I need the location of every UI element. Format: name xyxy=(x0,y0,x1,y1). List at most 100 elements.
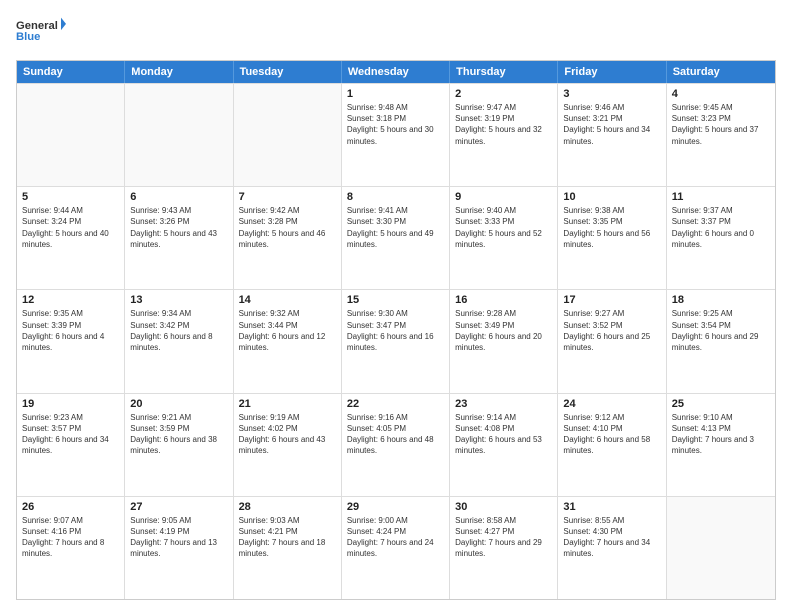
day-number: 17 xyxy=(563,294,660,306)
day-cell-2: 2 Sunrise: 9:47 AM Sunset: 3:19 PM Daylig… xyxy=(450,84,558,186)
day-info: Sunrise: 9:48 AM Sunset: 3:18 PM Dayligh… xyxy=(347,102,444,147)
day-number: 4 xyxy=(672,88,770,100)
day-info: Sunrise: 9:00 AM Sunset: 4:24 PM Dayligh… xyxy=(347,515,444,560)
calendar-header: SundayMondayTuesdayWednesdayThursdayFrid… xyxy=(17,61,775,83)
logo-svg: General Blue xyxy=(16,12,66,52)
day-number: 12 xyxy=(22,294,119,306)
day-cell-5: 5Sunrise: 9:44 AM Sunset: 3:24 PM Daylig… xyxy=(17,187,125,289)
header-day-monday: Monday xyxy=(125,61,233,83)
header-day-wednesday: Wednesday xyxy=(342,61,450,83)
day-info: Sunrise: 8:58 AM Sunset: 4:27 PM Dayligh… xyxy=(455,515,552,560)
week-row-2: 5Sunrise: 9:44 AM Sunset: 3:24 PM Daylig… xyxy=(17,186,775,289)
day-cell-3: 3Sunrise: 9:46 AM Sunset: 3:21 PM Daylig… xyxy=(558,84,666,186)
day-cell-31: 31 Sunrise: 8:55 AM Sunset: 4:30 PM Dayli… xyxy=(558,497,666,599)
day-info: Sunrise: 8:55 AM Sunset: 4:30 PM Dayligh… xyxy=(563,515,660,560)
day-info: Sunrise: 9:16 AM Sunset: 4:05 PM Dayligh… xyxy=(347,412,444,457)
day-info: Sunrise: 9:45 AM Sunset: 3:23 PM Dayligh… xyxy=(672,102,770,147)
day-cell-18: 18Sunrise: 9:25 AM Sunset: 3:54 PM Dayli… xyxy=(667,290,775,392)
day-cell-15: 15Sunrise: 9:30 AM Sunset: 3:47 PM Dayli… xyxy=(342,290,450,392)
week-row-4: 19 Sunrise: 9:23 AM Sunset: 3:57 PM Dayli… xyxy=(17,393,775,496)
day-cell-6: 6 Sunrise: 9:43 AM Sunset: 3:26 PM Daylig… xyxy=(125,187,233,289)
day-info: Sunrise: 9:35 AM Sunset: 3:39 PM Dayligh… xyxy=(22,308,119,353)
day-number: 20 xyxy=(130,398,227,410)
week-row-1: 1 Sunrise: 9:48 AM Sunset: 3:18 PM Daylig… xyxy=(17,83,775,186)
day-cell-16: 16Sunrise: 9:28 AM Sunset: 3:49 PM Dayli… xyxy=(450,290,558,392)
day-cell-23: 23 Sunrise: 9:14 AM Sunset: 4:08 PM Dayli… xyxy=(450,394,558,496)
empty-cell-0-2 xyxy=(234,84,342,186)
day-number: 2 xyxy=(455,88,552,100)
day-info: Sunrise: 9:12 AM Sunset: 4:10 PM Dayligh… xyxy=(563,412,660,457)
day-cell-9: 9 Sunrise: 9:40 AM Sunset: 3:33 PM Daylig… xyxy=(450,187,558,289)
day-cell-17: 17 Sunrise: 9:27 AM Sunset: 3:52 PM Dayli… xyxy=(558,290,666,392)
day-cell-12: 12 Sunrise: 9:35 AM Sunset: 3:39 PM Dayli… xyxy=(17,290,125,392)
day-number: 31 xyxy=(563,501,660,513)
day-info: Sunrise: 9:44 AM Sunset: 3:24 PM Dayligh… xyxy=(22,205,119,250)
empty-cell-0-0 xyxy=(17,84,125,186)
day-cell-22: 22 Sunrise: 9:16 AM Sunset: 4:05 PM Dayli… xyxy=(342,394,450,496)
day-number: 11 xyxy=(672,191,770,203)
day-cell-25: 25 Sunrise: 9:10 AM Sunset: 4:13 PM Dayli… xyxy=(667,394,775,496)
day-info: Sunrise: 9:23 AM Sunset: 3:57 PM Dayligh… xyxy=(22,412,119,457)
header-day-tuesday: Tuesday xyxy=(234,61,342,83)
header-day-thursday: Thursday xyxy=(450,61,558,83)
day-number: 10 xyxy=(563,191,660,203)
logo: General Blue xyxy=(16,12,66,52)
calendar: SundayMondayTuesdayWednesdayThursdayFrid… xyxy=(16,60,776,600)
day-cell-29: 29 Sunrise: 9:00 AM Sunset: 4:24 PM Dayli… xyxy=(342,497,450,599)
day-number: 29 xyxy=(347,501,444,513)
day-number: 22 xyxy=(347,398,444,410)
svg-text:Blue: Blue xyxy=(16,31,40,43)
day-info: Sunrise: 9:42 AM Sunset: 3:28 PM Dayligh… xyxy=(239,205,336,250)
day-info: Sunrise: 9:07 AM Sunset: 4:16 PM Dayligh… xyxy=(22,515,119,560)
empty-cell-0-1 xyxy=(125,84,233,186)
day-cell-19: 19 Sunrise: 9:23 AM Sunset: 3:57 PM Dayli… xyxy=(17,394,125,496)
day-cell-20: 20 Sunrise: 9:21 AM Sunset: 3:59 PM Dayli… xyxy=(125,394,233,496)
day-info: Sunrise: 9:10 AM Sunset: 4:13 PM Dayligh… xyxy=(672,412,770,457)
day-number: 23 xyxy=(455,398,552,410)
day-number: 18 xyxy=(672,294,770,306)
day-info: Sunrise: 9:30 AM Sunset: 3:47 PM Dayligh… xyxy=(347,308,444,353)
day-cell-13: 13 Sunrise: 9:34 AM Sunset: 3:42 PM Dayli… xyxy=(125,290,233,392)
empty-cell-4-6 xyxy=(667,497,775,599)
day-info: Sunrise: 9:38 AM Sunset: 3:35 PM Dayligh… xyxy=(563,205,660,250)
day-info: Sunrise: 9:32 AM Sunset: 3:44 PM Dayligh… xyxy=(239,308,336,353)
day-number: 19 xyxy=(22,398,119,410)
day-cell-30: 30 Sunrise: 8:58 AM Sunset: 4:27 PM Dayli… xyxy=(450,497,558,599)
day-cell-1: 1 Sunrise: 9:48 AM Sunset: 3:18 PM Daylig… xyxy=(342,84,450,186)
day-info: Sunrise: 9:21 AM Sunset: 3:59 PM Dayligh… xyxy=(130,412,227,457)
day-info: Sunrise: 9:41 AM Sunset: 3:30 PM Dayligh… xyxy=(347,205,444,250)
day-cell-7: 7 Sunrise: 9:42 AM Sunset: 3:28 PM Daylig… xyxy=(234,187,342,289)
day-info: Sunrise: 9:37 AM Sunset: 3:37 PM Dayligh… xyxy=(672,205,770,250)
day-info: Sunrise: 9:28 AM Sunset: 3:49 PM Dayligh… xyxy=(455,308,552,353)
calendar-body: 1 Sunrise: 9:48 AM Sunset: 3:18 PM Daylig… xyxy=(17,83,775,599)
day-info: Sunrise: 9:27 AM Sunset: 3:52 PM Dayligh… xyxy=(563,308,660,353)
day-cell-4: 4 Sunrise: 9:45 AM Sunset: 3:23 PM Daylig… xyxy=(667,84,775,186)
header-day-sunday: Sunday xyxy=(17,61,125,83)
day-number: 7 xyxy=(239,191,336,203)
day-info: Sunrise: 9:19 AM Sunset: 4:02 PM Dayligh… xyxy=(239,412,336,457)
week-row-5: 26 Sunrise: 9:07 AM Sunset: 4:16 PM Dayli… xyxy=(17,496,775,599)
day-number: 3 xyxy=(563,88,660,100)
day-info: Sunrise: 9:14 AM Sunset: 4:08 PM Dayligh… xyxy=(455,412,552,457)
day-number: 8 xyxy=(347,191,444,203)
day-info: Sunrise: 9:43 AM Sunset: 3:26 PM Dayligh… xyxy=(130,205,227,250)
day-cell-26: 26 Sunrise: 9:07 AM Sunset: 4:16 PM Dayli… xyxy=(17,497,125,599)
day-number: 13 xyxy=(130,294,227,306)
page-header: General Blue xyxy=(16,12,776,52)
day-info: Sunrise: 9:47 AM Sunset: 3:19 PM Dayligh… xyxy=(455,102,552,147)
day-number: 25 xyxy=(672,398,770,410)
day-info: Sunrise: 9:40 AM Sunset: 3:33 PM Dayligh… xyxy=(455,205,552,250)
header-day-friday: Friday xyxy=(558,61,666,83)
day-number: 14 xyxy=(239,294,336,306)
day-number: 6 xyxy=(130,191,227,203)
day-cell-14: 14 Sunrise: 9:32 AM Sunset: 3:44 PM Dayli… xyxy=(234,290,342,392)
day-number: 30 xyxy=(455,501,552,513)
day-number: 9 xyxy=(455,191,552,203)
day-info: Sunrise: 9:03 AM Sunset: 4:21 PM Dayligh… xyxy=(239,515,336,560)
day-number: 1 xyxy=(347,88,444,100)
day-cell-24: 24 Sunrise: 9:12 AM Sunset: 4:10 PM Dayli… xyxy=(558,394,666,496)
day-number: 24 xyxy=(563,398,660,410)
day-number: 26 xyxy=(22,501,119,513)
week-row-3: 12 Sunrise: 9:35 AM Sunset: 3:39 PM Dayli… xyxy=(17,289,775,392)
day-info: Sunrise: 9:34 AM Sunset: 3:42 PM Dayligh… xyxy=(130,308,227,353)
